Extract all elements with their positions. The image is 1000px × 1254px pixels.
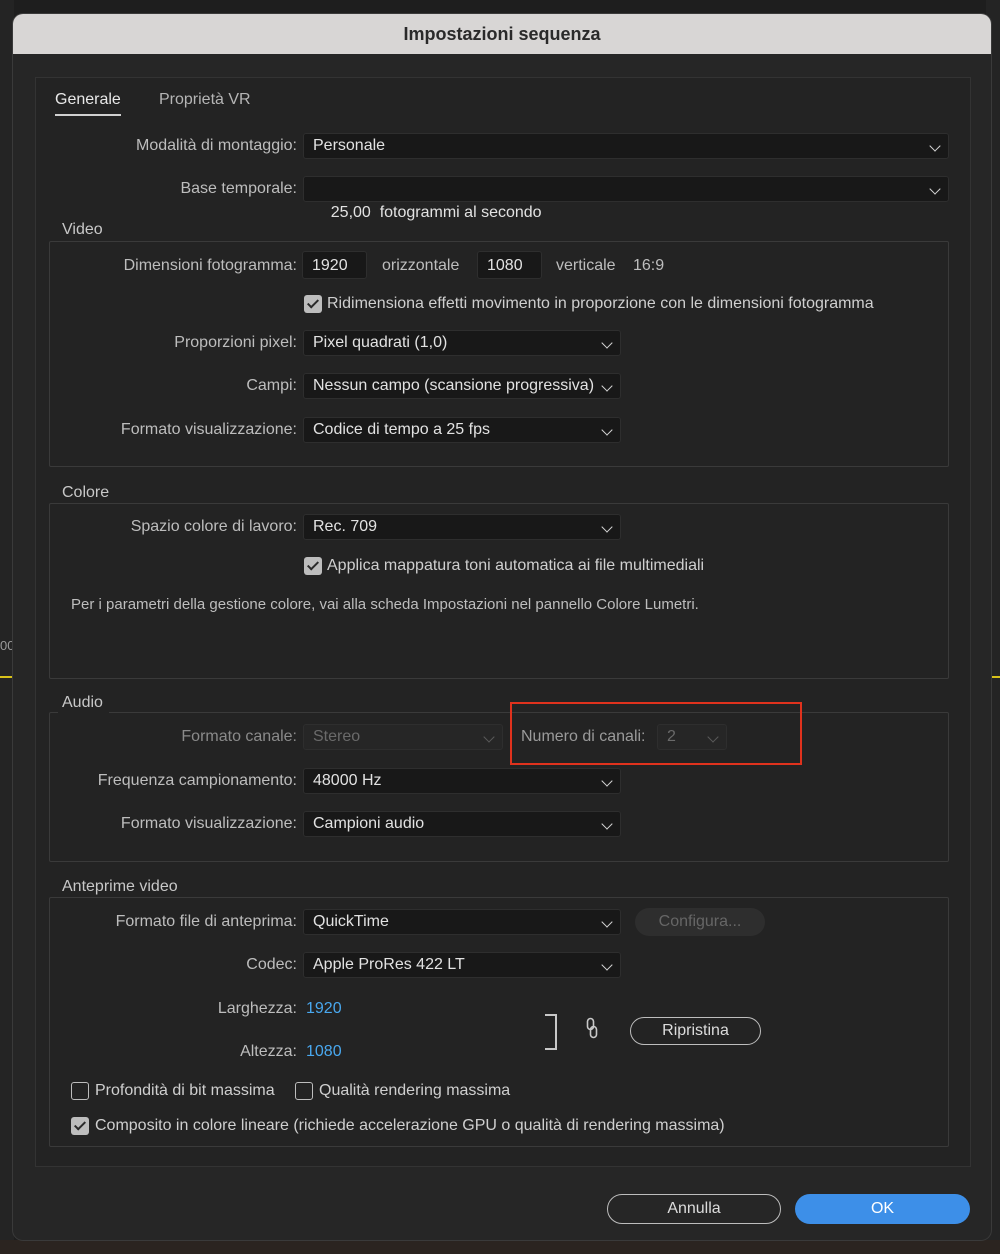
- constrain-bracket: [545, 1014, 557, 1050]
- video-display-format-select[interactable]: Codice di tempo a 25 fps: [303, 417, 621, 443]
- preview-format-label: Formato file di anteprima:: [115, 913, 297, 930]
- video-group-title: Video: [58, 220, 109, 240]
- preview-height-label: Altezza:: [240, 1043, 297, 1060]
- chevron-down-icon: [483, 731, 495, 743]
- codec-label: Codec:: [246, 956, 297, 973]
- preview-format-select[interactable]: QuickTime: [303, 909, 621, 935]
- aspect-ratio-value: 16:9: [633, 257, 665, 274]
- background-panel-left: [0, 0, 14, 1254]
- fields-select[interactable]: Nessun campo (scansione progressiva): [303, 373, 621, 399]
- sequence-settings-dialog: Impostazioni sequenza Generale Proprietà…: [13, 14, 991, 1240]
- fields-label: Campi:: [246, 377, 297, 394]
- preview-width-label: Larghezza:: [217, 1000, 297, 1017]
- fields-value: Nessun campo (scansione progressiva): [313, 377, 595, 394]
- tab-general[interactable]: Generale: [55, 90, 121, 116]
- tone-mapping-checkbox[interactable]: [304, 557, 322, 575]
- chevron-down-icon: [929, 140, 941, 152]
- ok-button[interactable]: OK: [795, 1194, 970, 1224]
- editing-mode-value: Personale: [313, 137, 386, 154]
- video-display-format-label: Formato visualizzazione:: [120, 421, 297, 438]
- timebase-label: Base temporale:: [180, 180, 297, 197]
- max-bit-depth-label: Profondità di bit massima: [95, 1082, 275, 1099]
- scale-effects-label: Ridimensiona effetti movimento in propor…: [327, 295, 874, 312]
- num-channels-label: Numero di canali:: [521, 728, 646, 745]
- channel-format-select[interactable]: Stereo: [303, 724, 503, 750]
- link-chain-icon[interactable]: [586, 1017, 598, 1039]
- max-render-quality-label: Qualità rendering massima: [319, 1082, 511, 1099]
- channel-format-value: Stereo: [313, 728, 361, 745]
- chevron-down-icon: [601, 424, 613, 436]
- vertical-label: verticale: [556, 257, 616, 274]
- video-display-format-value: Codice di tempo a 25 fps: [313, 421, 490, 438]
- tone-mapping-label: Applica mappatura toni automatica ai fil…: [327, 557, 705, 574]
- sample-rate-value: 48000 Hz: [313, 772, 382, 789]
- linear-color-label: Composito in colore lineare (richiede ac…: [95, 1117, 725, 1134]
- num-channels-select[interactable]: 2: [657, 724, 727, 750]
- audio-display-format-value: Campioni audio: [313, 815, 425, 832]
- frame-width-input[interactable]: 1920: [302, 251, 367, 279]
- codec-select[interactable]: Apple ProRes 422 LT: [303, 952, 621, 978]
- preview-format-value: QuickTime: [313, 913, 389, 930]
- chevron-down-icon: [929, 183, 941, 195]
- preview-width-value[interactable]: 1920: [306, 997, 342, 1021]
- working-space-label: Spazio colore di lavoro:: [130, 518, 297, 535]
- frame-height-input[interactable]: 1080: [477, 251, 542, 279]
- chevron-down-icon: [601, 380, 613, 392]
- editing-mode-select[interactable]: Personale: [303, 133, 949, 159]
- background-timeline-strip: [0, 1240, 1000, 1254]
- chevron-down-icon: [601, 818, 613, 830]
- num-channels-value: 2: [667, 728, 676, 745]
- scale-effects-checkbox[interactable]: [304, 295, 322, 313]
- chevron-down-icon: [601, 959, 613, 971]
- chevron-down-icon: [601, 916, 613, 928]
- timebase-select[interactable]: 25,00 fotogrammi al secondo: [303, 176, 949, 221]
- pixel-aspect-select[interactable]: Pixel quadrati (1,0): [303, 330, 621, 356]
- configure-button[interactable]: Configura...: [635, 908, 765, 936]
- dialog-title[interactable]: Impostazioni sequenza: [13, 14, 991, 54]
- tab-vr-properties[interactable]: Proprietà VR: [159, 90, 251, 110]
- channel-format-label: Formato canale:: [181, 728, 297, 745]
- audio-group-title: Audio: [58, 693, 109, 713]
- sample-rate-label: Frequenza campionamento:: [97, 772, 297, 789]
- pixel-aspect-value: Pixel quadrati (1,0): [313, 334, 448, 351]
- editing-mode-label: Modalità di montaggio:: [136, 137, 297, 154]
- video-previews-group-title: Anteprime video: [58, 877, 184, 897]
- horizontal-label: orizzontale: [382, 257, 460, 274]
- chevron-down-icon: [601, 337, 613, 349]
- audio-display-format-select[interactable]: Campioni audio: [303, 811, 621, 837]
- chevron-down-icon: [601, 521, 613, 533]
- codec-value: Apple ProRes 422 LT: [313, 956, 465, 973]
- color-group-title: Colore: [58, 483, 116, 503]
- chevron-down-icon: [601, 775, 613, 787]
- frame-size-label: Dimensioni fotogramma:: [123, 257, 297, 274]
- playhead-line-left: [0, 676, 12, 678]
- chevron-down-icon: [707, 731, 719, 743]
- working-space-value: Rec. 709: [313, 518, 378, 535]
- max-bit-depth-checkbox[interactable]: [71, 1082, 89, 1100]
- working-space-select[interactable]: Rec. 709: [303, 514, 621, 540]
- preview-height-value[interactable]: 1080: [306, 1040, 342, 1064]
- timebase-value: 25,00 fotogrammi al secondo: [330, 204, 542, 221]
- cancel-button[interactable]: Annulla: [607, 1194, 781, 1224]
- pixel-aspect-label: Proporzioni pixel:: [174, 334, 297, 351]
- sample-rate-select[interactable]: 48000 Hz: [303, 768, 621, 794]
- linear-color-checkbox[interactable]: [71, 1117, 89, 1135]
- max-render-quality-checkbox[interactable]: [295, 1082, 313, 1100]
- color-info-text: Per i parametri della gestione colore, v…: [71, 596, 699, 613]
- reset-button[interactable]: Ripristina: [630, 1017, 761, 1045]
- audio-display-format-label: Formato visualizzazione:: [120, 815, 297, 832]
